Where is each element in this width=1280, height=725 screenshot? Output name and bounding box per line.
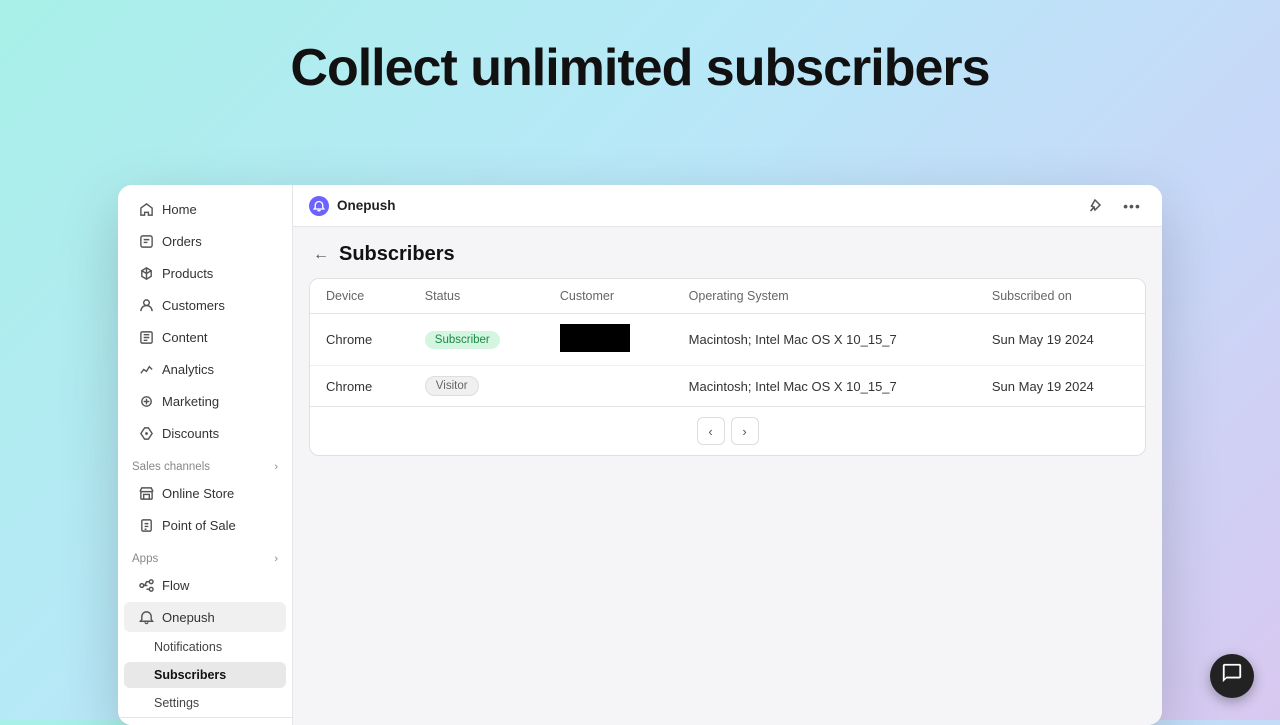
analytics-icon bbox=[138, 361, 154, 377]
row1-os: Macintosh; Intel Mac OS X 10_15_7 bbox=[673, 314, 976, 366]
chat-icon bbox=[1221, 662, 1243, 690]
table-row: Chrome Subscriber Macintosh; Intel Mac O… bbox=[310, 314, 1145, 366]
row2-customer bbox=[544, 366, 673, 407]
customer-placeholder bbox=[560, 324, 630, 352]
top-bar-right: ••• bbox=[1080, 192, 1146, 220]
back-button[interactable]: ← bbox=[313, 246, 329, 264]
sidebar-content-label: Content bbox=[162, 330, 208, 345]
sidebar-sub-notifications[interactable]: Notifications bbox=[124, 634, 286, 660]
more-button[interactable]: ••• bbox=[1118, 192, 1146, 220]
store-icon bbox=[138, 485, 154, 501]
sidebar: Home Orders Products bbox=[118, 185, 293, 725]
sales-channels-section: Sales channels › bbox=[118, 449, 292, 477]
customers-icon bbox=[138, 297, 154, 313]
visitor-badge: Visitor bbox=[425, 376, 479, 396]
sidebar-marketing-label: Marketing bbox=[162, 394, 219, 409]
col-customer: Customer bbox=[544, 279, 673, 314]
sidebar-item-flow[interactable]: Flow bbox=[124, 570, 286, 600]
subscribers-table-container: Device Status Customer Operating System … bbox=[309, 278, 1146, 456]
subscribers-table: Device Status Customer Operating System … bbox=[310, 279, 1145, 406]
table-row: Chrome Visitor Macintosh; Intel Mac OS X… bbox=[310, 366, 1145, 407]
top-bar-app-name: Onepush bbox=[337, 198, 396, 213]
sidebar-item-orders[interactable]: Orders bbox=[124, 226, 286, 256]
row1-customer bbox=[544, 314, 673, 366]
home-icon bbox=[138, 201, 154, 217]
pin-button[interactable] bbox=[1080, 192, 1108, 220]
pagination: ‹ › bbox=[310, 406, 1145, 455]
apps-section: Apps › bbox=[118, 541, 292, 569]
sidebar-item-home[interactable]: Home bbox=[124, 194, 286, 224]
sidebar-item-discounts[interactable]: Discounts bbox=[124, 418, 286, 448]
row2-subscribed-on: Sun May 19 2024 bbox=[976, 366, 1145, 407]
sidebar-discounts-label: Discounts bbox=[162, 426, 219, 441]
sidebar-online-store-label: Online Store bbox=[162, 486, 234, 501]
col-os: Operating System bbox=[673, 279, 976, 314]
col-status: Status bbox=[409, 279, 544, 314]
sidebar-orders-label: Orders bbox=[162, 234, 202, 249]
prev-page-button[interactable]: ‹ bbox=[697, 417, 725, 445]
app-window: Home Orders Products bbox=[118, 185, 1162, 725]
sidebar-sub-subscribers[interactable]: Subscribers bbox=[124, 662, 286, 688]
sidebar-sub-settings[interactable]: Settings bbox=[124, 690, 286, 716]
row1-status: Subscriber bbox=[409, 314, 544, 366]
bell-icon bbox=[138, 609, 154, 625]
page-header: ← Subscribers bbox=[293, 227, 1162, 278]
sidebar-item-products[interactable]: Products bbox=[124, 258, 286, 288]
main-content: Onepush ••• ← Subscribers bbox=[293, 185, 1162, 725]
sidebar-home-label: Home bbox=[162, 202, 197, 217]
sidebar-pos-label: Point of Sale bbox=[162, 518, 236, 533]
top-bar: Onepush ••• bbox=[293, 185, 1162, 227]
sidebar-onepush-label: Onepush bbox=[162, 610, 215, 625]
sidebar-products-label: Products bbox=[162, 266, 213, 281]
sidebar-item-marketing[interactable]: Marketing bbox=[124, 386, 286, 416]
pos-icon bbox=[138, 517, 154, 533]
next-page-button[interactable]: › bbox=[731, 417, 759, 445]
orders-icon bbox=[138, 233, 154, 249]
app-icon bbox=[309, 196, 329, 216]
discounts-icon bbox=[138, 425, 154, 441]
hero-title: Collect unlimited subscribers bbox=[0, 0, 1280, 98]
sub-settings-label: Settings bbox=[154, 696, 199, 710]
row1-device: Chrome bbox=[310, 314, 409, 366]
marketing-icon bbox=[138, 393, 154, 409]
row1-subscribed-on: Sun May 19 2024 bbox=[976, 314, 1145, 366]
sidebar-analytics-label: Analytics bbox=[162, 362, 214, 377]
subscribers-label: Subscribers bbox=[154, 668, 226, 682]
sidebar-item-analytics[interactable]: Analytics bbox=[124, 354, 286, 384]
chevron-right-icon: › bbox=[274, 461, 278, 473]
top-bar-left: Onepush bbox=[309, 196, 396, 216]
sidebar-bottom: Settings bbox=[118, 717, 292, 725]
flow-icon bbox=[138, 577, 154, 593]
row2-device: Chrome bbox=[310, 366, 409, 407]
sidebar-flow-label: Flow bbox=[162, 578, 189, 593]
row2-status: Visitor bbox=[409, 366, 544, 407]
subscriber-badge: Subscriber bbox=[425, 331, 500, 349]
sidebar-item-point-of-sale[interactable]: Point of Sale bbox=[124, 510, 286, 540]
sidebar-item-online-store[interactable]: Online Store bbox=[124, 478, 286, 508]
row2-os: Macintosh; Intel Mac OS X 10_15_7 bbox=[673, 366, 976, 407]
sidebar-item-onepush[interactable]: Onepush bbox=[124, 602, 286, 632]
sidebar-item-customers[interactable]: Customers bbox=[124, 290, 286, 320]
sidebar-item-content[interactable]: Content bbox=[124, 322, 286, 352]
col-subscribed-on: Subscribed on bbox=[976, 279, 1145, 314]
apps-chevron-icon: › bbox=[274, 553, 278, 565]
col-device: Device bbox=[310, 279, 409, 314]
sidebar-customers-label: Customers bbox=[162, 298, 225, 313]
products-icon bbox=[138, 265, 154, 281]
notifications-label: Notifications bbox=[154, 640, 222, 654]
table-header-row: Device Status Customer Operating System … bbox=[310, 279, 1145, 314]
content-icon bbox=[138, 329, 154, 345]
chat-bubble-button[interactable] bbox=[1210, 654, 1254, 698]
page-title: Subscribers bbox=[339, 243, 455, 266]
